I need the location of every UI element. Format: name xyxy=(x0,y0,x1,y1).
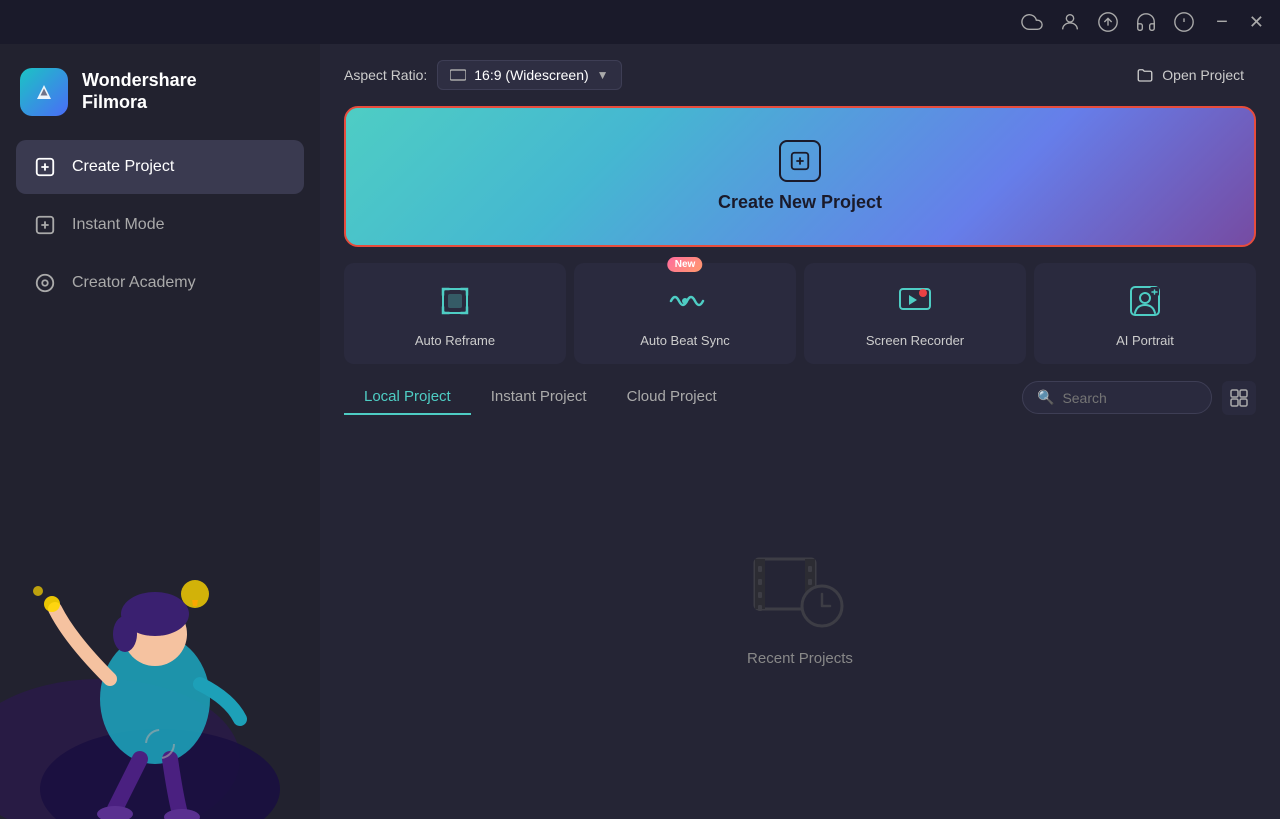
folder-icon xyxy=(1136,66,1154,84)
search-box[interactable]: 🔍 xyxy=(1022,381,1212,414)
user-avatar-icon[interactable] xyxy=(1059,11,1081,33)
search-section: 🔍 xyxy=(1022,381,1256,415)
sidebar-item-label-instant: Instant Mode xyxy=(72,216,165,234)
sidebar-item-creator-academy[interactable]: Creator Academy xyxy=(16,256,304,310)
screen-recorder-icon xyxy=(893,279,937,323)
grid-view-button[interactable] xyxy=(1222,381,1256,415)
ai-portrait-icon xyxy=(1123,279,1167,323)
tab-instant-project[interactable]: Instant Project xyxy=(471,380,607,415)
feature-card-auto-beat-sync[interactable]: New Auto Beat Sync xyxy=(574,263,796,364)
sidebar-illustration xyxy=(0,499,320,819)
feature-card-ai-portrait[interactable]: AI Portrait xyxy=(1034,263,1256,364)
sidebar-item-label-create: Create Project xyxy=(72,158,174,176)
aspect-ratio-label: Aspect Ratio: xyxy=(344,67,427,83)
open-project-label: Open Project xyxy=(1162,67,1244,83)
search-input[interactable] xyxy=(1062,390,1197,406)
aspect-ratio-dropdown[interactable]: 16:9 (Widescreen) ▼ xyxy=(437,60,621,90)
empty-state: Recent Projects xyxy=(344,431,1256,819)
sidebar-item-create-project[interactable]: Create Project xyxy=(16,140,304,194)
info-icon[interactable] xyxy=(1173,11,1195,33)
chevron-down-icon: ▼ xyxy=(597,68,609,82)
recent-projects-empty-icon xyxy=(750,544,850,634)
grid-view-icon xyxy=(1230,389,1248,407)
upload-icon[interactable] xyxy=(1097,11,1119,33)
feature-cards: Auto Reframe New Auto Beat Sync xyxy=(320,263,1280,380)
empty-state-text: Recent Projects xyxy=(747,650,853,667)
feature-card-label-auto-reframe: Auto Reframe xyxy=(415,333,495,348)
tab-local-project[interactable]: Local Project xyxy=(344,380,471,415)
widescreen-icon xyxy=(450,69,466,81)
feature-card-label-auto-beat-sync: Auto Beat Sync xyxy=(640,333,730,348)
aspect-ratio-value: 16:9 (Widescreen) xyxy=(474,67,588,83)
project-section: Local Project Instant Project Cloud Proj… xyxy=(320,380,1280,819)
tabs-row: Local Project Instant Project Cloud Proj… xyxy=(344,380,1256,415)
create-project-icon xyxy=(32,154,58,180)
aspect-ratio-section: Aspect Ratio: 16:9 (Widescreen) ▼ xyxy=(344,60,622,90)
sidebar-item-instant-mode[interactable]: Instant Mode xyxy=(16,198,304,252)
new-badge: New xyxy=(668,257,703,272)
project-tabs: Local Project Instant Project Cloud Proj… xyxy=(344,380,737,415)
create-banner-label: Create New Project xyxy=(718,192,882,213)
main-layout: Wondershare Filmora Create Project xyxy=(0,44,1280,819)
create-plus-icon xyxy=(779,140,821,182)
create-banner-content: Create New Project xyxy=(718,140,882,213)
minimize-icon[interactable]: − xyxy=(1211,11,1233,33)
feature-card-auto-reframe[interactable]: Auto Reframe xyxy=(344,263,566,364)
feature-card-screen-recorder[interactable]: Screen Recorder xyxy=(804,263,1026,364)
topbar: Aspect Ratio: 16:9 (Widescreen) ▼ Open P… xyxy=(320,44,1280,106)
create-new-project-banner[interactable]: Create New Project xyxy=(344,106,1256,247)
creator-academy-icon xyxy=(32,270,58,296)
open-project-button[interactable]: Open Project xyxy=(1124,60,1256,90)
app-logo: Wondershare Filmora xyxy=(0,60,320,140)
cloud-icon[interactable] xyxy=(1021,11,1043,33)
feature-card-label-ai-portrait: AI Portrait xyxy=(1116,333,1174,348)
feature-card-label-screen-recorder: Screen Recorder xyxy=(866,333,964,348)
sidebar: Wondershare Filmora Create Project xyxy=(0,44,320,819)
titlebar: − ✕ xyxy=(0,0,1280,44)
sidebar-item-label-academy: Creator Academy xyxy=(72,274,196,292)
auto-beat-sync-icon xyxy=(663,279,707,323)
headphone-icon[interactable] xyxy=(1135,11,1157,33)
instant-mode-icon xyxy=(32,212,58,238)
auto-reframe-icon xyxy=(433,279,477,323)
app-name: Wondershare Filmora xyxy=(82,70,197,113)
sidebar-nav: Create Project Instant Mode Creator Acad… xyxy=(0,140,320,310)
tab-cloud-project[interactable]: Cloud Project xyxy=(607,380,737,415)
close-icon[interactable]: ✕ xyxy=(1249,12,1264,33)
logo-icon xyxy=(20,68,68,116)
search-icon: 🔍 xyxy=(1037,389,1054,406)
content-area: Aspect Ratio: 16:9 (Widescreen) ▼ Open P… xyxy=(320,44,1280,819)
